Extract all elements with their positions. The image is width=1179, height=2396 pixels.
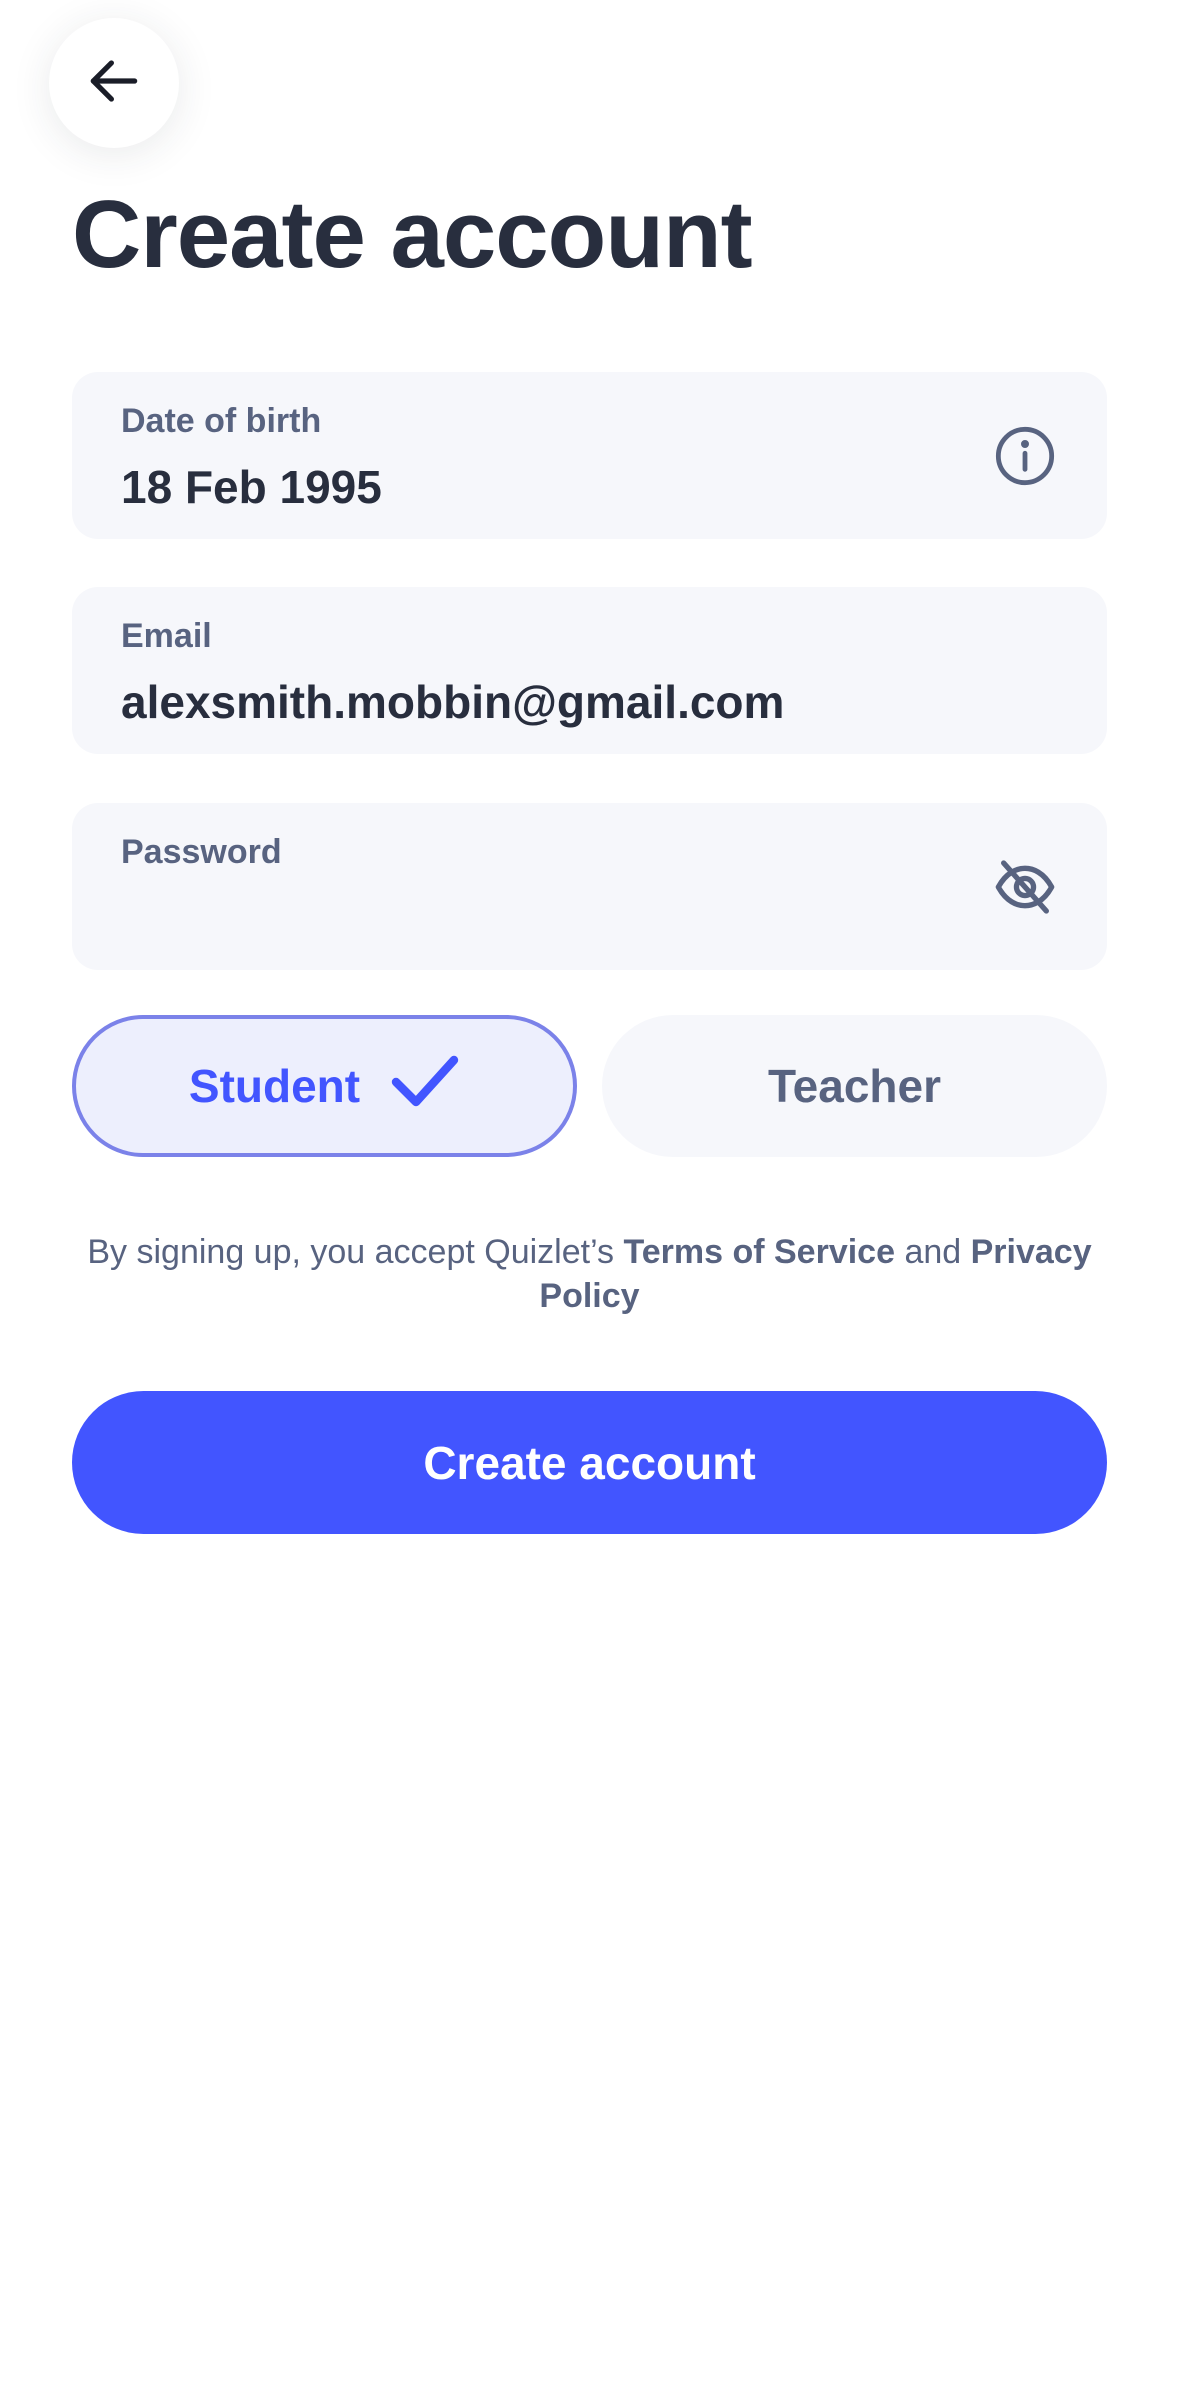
eye-off-icon[interactable] [993,855,1057,919]
password-field[interactable]: Password [72,803,1107,970]
teacher-role-button[interactable]: Teacher [602,1015,1107,1157]
date-of-birth-label: Date of birth [121,402,322,440]
teacher-role-label: Teacher [767,1060,942,1112]
arrow-left-icon [83,50,145,117]
info-icon[interactable] [993,424,1057,488]
email-field[interactable]: Email alexsmith.mobbin@gmail.com [72,587,1107,754]
password-label: Password [121,833,282,871]
student-role-button[interactable]: Student [72,1015,577,1157]
password-input[interactable] [121,889,1001,945]
back-button[interactable] [49,18,179,148]
email-label: Email [121,617,212,655]
terms-of-service-link[interactable]: Terms of Service [623,1233,895,1271]
date-of-birth-field[interactable]: Date of birth 18 Feb 1995 [72,372,1107,539]
terms-notice: By signing up, you accept Quizlet’s Term… [72,1230,1107,1318]
date-of-birth-value: 18 Feb 1995 [121,461,382,513]
create-account-button[interactable]: Create account [72,1391,1107,1534]
email-value: alexsmith.mobbin@gmail.com [121,676,785,728]
create-account-screen: Create account Date of birth 18 Feb 1995… [0,0,1179,2396]
page-title: Create account [72,181,753,288]
terms-conjunction: and [895,1233,971,1271]
terms-prefix: By signing up, you accept Quizlet’s [87,1233,624,1271]
student-role-label: Student [188,1060,361,1112]
check-icon [360,1052,460,1121]
